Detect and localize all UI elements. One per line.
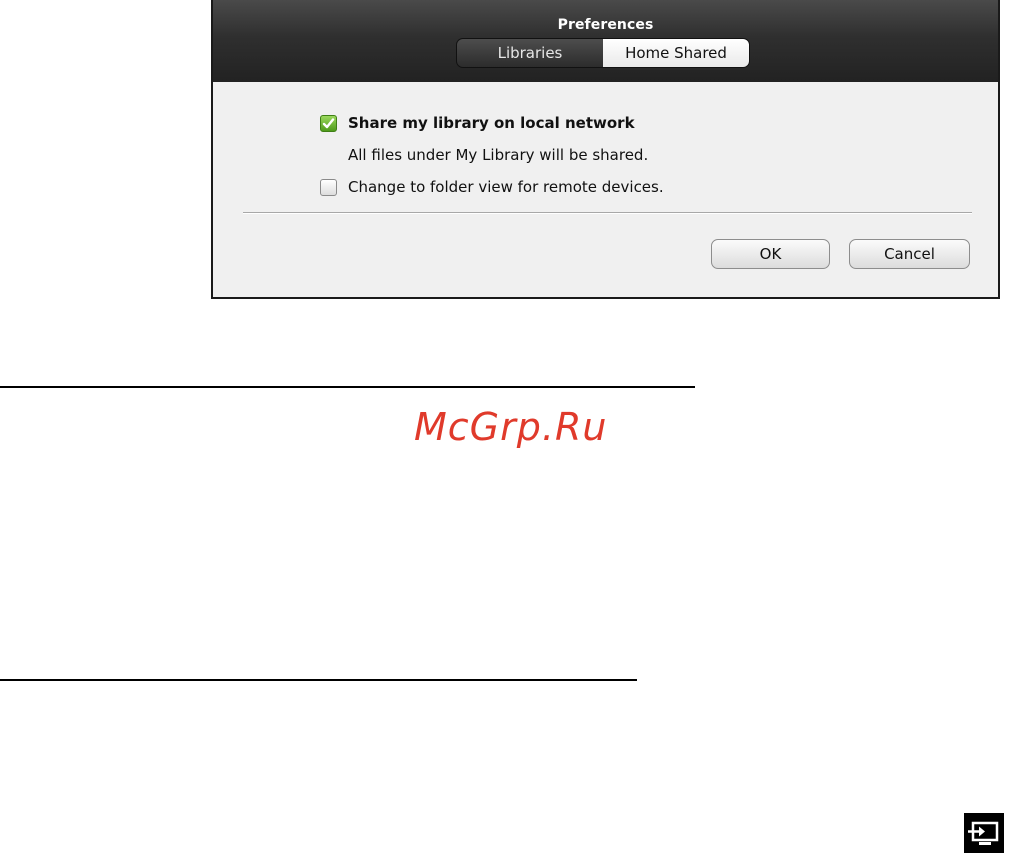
checkbox-checked-icon[interactable] xyxy=(320,114,337,132)
dialog-title: Preferences xyxy=(557,17,654,33)
share-description: All files under My Library will be share… xyxy=(348,146,649,164)
folder-view-option[interactable]: Change to folder view for remote devices… xyxy=(320,178,664,196)
watermark-text: McGrp.Ru xyxy=(414,405,608,449)
share-library-option[interactable]: Share my library on local network xyxy=(320,114,635,132)
tab-libraries[interactable]: Libraries xyxy=(457,39,603,67)
cancel-button[interactable]: Cancel xyxy=(849,239,970,269)
dialog-divider xyxy=(243,212,972,214)
tab-switcher: Libraries Home Shared xyxy=(456,38,750,68)
preferences-dialog: Preferences Libraries Home Shared Share … xyxy=(211,0,1000,299)
share-library-label: Share my library on local network xyxy=(348,114,635,132)
dialog-body: Share my library on local network All fi… xyxy=(213,82,998,297)
external-display-icon xyxy=(964,813,1004,853)
folder-view-label: Change to folder view for remote devices… xyxy=(348,178,664,196)
checkbox-unchecked-icon[interactable] xyxy=(320,178,337,196)
section-rule-bottom xyxy=(0,679,637,681)
ok-button[interactable]: OK xyxy=(711,239,830,269)
tab-home-shared[interactable]: Home Shared xyxy=(603,39,749,67)
dialog-header: Preferences Libraries Home Shared xyxy=(213,0,998,82)
section-rule-top xyxy=(0,386,695,388)
